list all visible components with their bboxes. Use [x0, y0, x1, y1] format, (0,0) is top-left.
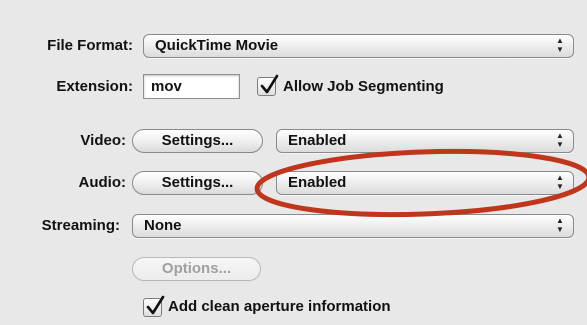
updown-arrows-icon: ▲ ▼	[556, 173, 564, 191]
allow-job-segmenting-checkbox[interactable]	[257, 74, 279, 96]
video-label: Video:	[80, 132, 126, 149]
checkmark-icon	[146, 295, 165, 315]
audio-settings-button[interactable]: Settings...	[132, 171, 263, 195]
extension-label: Extension:	[56, 78, 133, 95]
options-button[interactable]: Options...	[132, 257, 261, 281]
checkmark-icon	[260, 74, 279, 94]
audio-label: Audio:	[78, 174, 126, 191]
clean-aperture-checkbox[interactable]	[143, 295, 165, 317]
file-format-select[interactable]: QuickTime Movie ▲ ▼	[143, 34, 574, 58]
allow-job-segmenting-label: Allow Job Segmenting	[283, 78, 444, 95]
file-format-label: File Format:	[47, 37, 133, 54]
streaming-select-value: None	[144, 217, 182, 234]
updown-arrows-icon: ▲ ▼	[556, 131, 564, 149]
audio-select[interactable]: Enabled ▲ ▼	[276, 171, 574, 195]
extension-field[interactable]: mov	[143, 74, 240, 99]
updown-arrows-icon: ▲ ▼	[556, 36, 564, 54]
audio-select-value: Enabled	[288, 174, 347, 191]
file-format-value: QuickTime Movie	[155, 37, 279, 54]
video-select-value: Enabled	[288, 132, 347, 149]
video-settings-button[interactable]: Settings...	[132, 129, 263, 153]
updown-arrows-icon: ▲ ▼	[556, 216, 564, 234]
streaming-label: Streaming:	[41, 217, 120, 234]
streaming-select[interactable]: None ▲ ▼	[132, 214, 574, 238]
video-select[interactable]: Enabled ▲ ▼	[276, 129, 574, 153]
clean-aperture-label: Add clean aperture information	[168, 298, 391, 315]
